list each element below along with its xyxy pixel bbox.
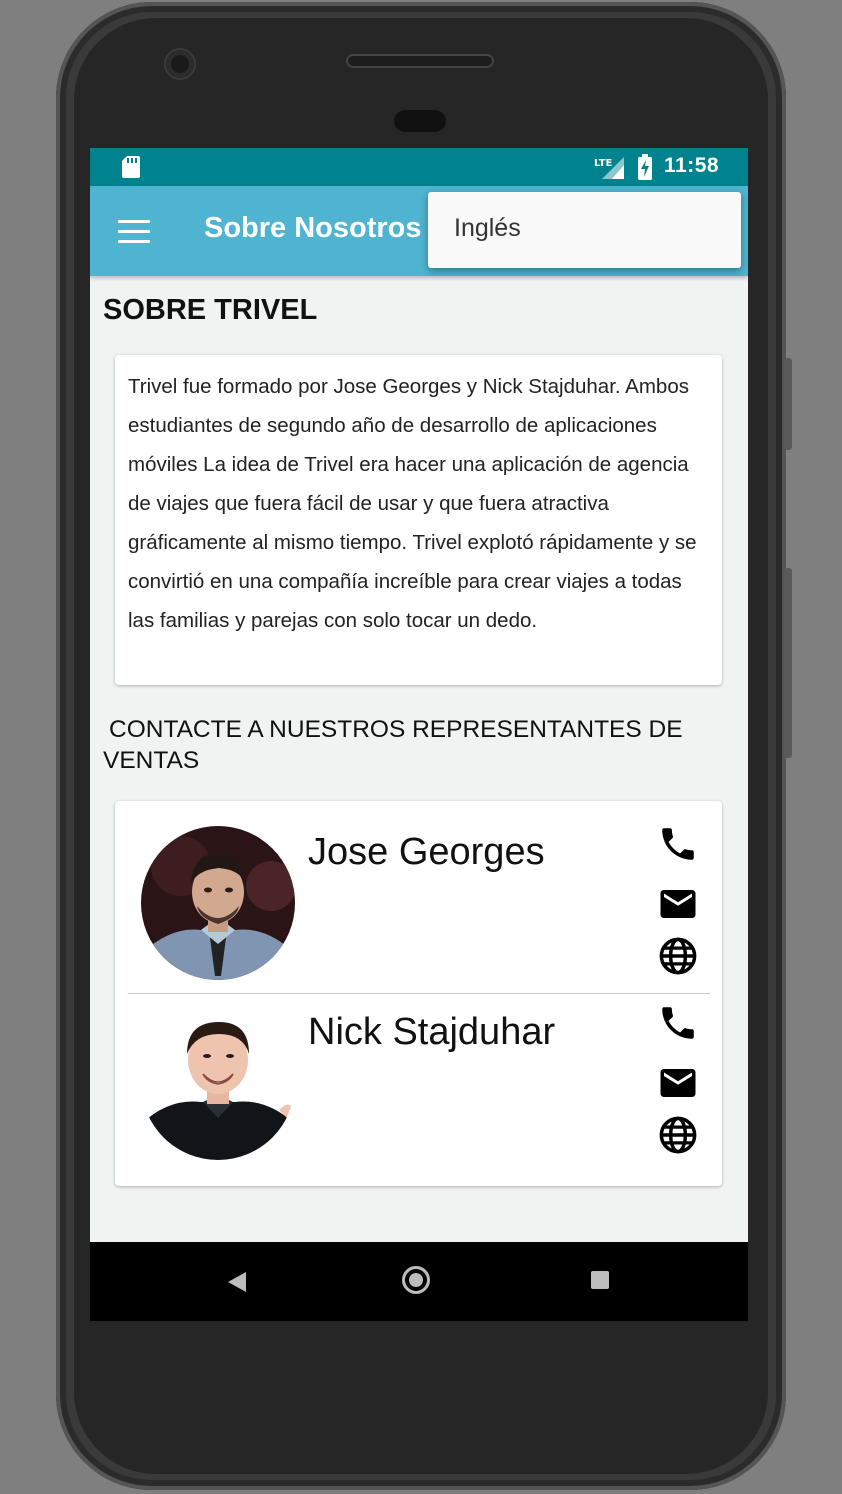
status-bar: LTE 11:58 <box>90 148 748 186</box>
globe-icon[interactable] <box>657 935 699 977</box>
front-camera <box>166 50 194 78</box>
navigation-bar <box>90 1242 748 1321</box>
menu-item-language[interactable]: Inglés <box>454 214 521 243</box>
email-icon[interactable] <box>657 883 699 925</box>
about-description: Trivel fue formado por Jose Georges y Ni… <box>128 375 697 632</box>
phone-icon[interactable] <box>657 1002 699 1044</box>
hamburger-menu-icon[interactable] <box>118 220 150 244</box>
battery-charging-icon <box>638 154 652 180</box>
home-icon[interactable] <box>402 1266 430 1294</box>
avatar-nick-stajduhar <box>141 1006 295 1160</box>
sd-card-icon <box>122 156 140 178</box>
overflow-menu: Inglés <box>428 192 741 268</box>
contacts-divider <box>128 993 710 994</box>
lte-signal-icon: LTE <box>594 157 624 179</box>
rep-name: Jose Georges <box>308 831 545 873</box>
email-icon[interactable] <box>657 1062 699 1104</box>
phone-icon[interactable] <box>657 823 699 865</box>
page-title: Sobre Nosotros <box>204 212 422 244</box>
status-clock: 11:58 <box>664 154 720 177</box>
proximity-sensor <box>394 110 446 132</box>
recents-icon[interactable] <box>591 1271 609 1289</box>
rep-name: Nick Stajduhar <box>308 1011 556 1053</box>
globe-icon[interactable] <box>657 1114 699 1156</box>
screen: LTE 11:58 Sobre Nosotros Inglés SOBRE TR… <box>90 148 748 1321</box>
about-heading: SOBRE TRIVEL <box>103 294 318 326</box>
back-icon[interactable] <box>226 1270 248 1294</box>
contacts-heading: CONTACTE A NUESTROS REPRESENTANTES DE VE… <box>103 716 683 774</box>
svg-text:LTE: LTE <box>594 158 613 169</box>
power-button <box>784 358 792 450</box>
earpiece-speaker <box>346 54 494 68</box>
avatar-jose-georges <box>141 826 295 980</box>
contacts-card: Jose Georges Nick Stajduhar <box>115 801 722 1186</box>
volume-button <box>784 568 792 758</box>
about-card: Trivel fue formado por Jose Georges y Ni… <box>115 355 722 685</box>
